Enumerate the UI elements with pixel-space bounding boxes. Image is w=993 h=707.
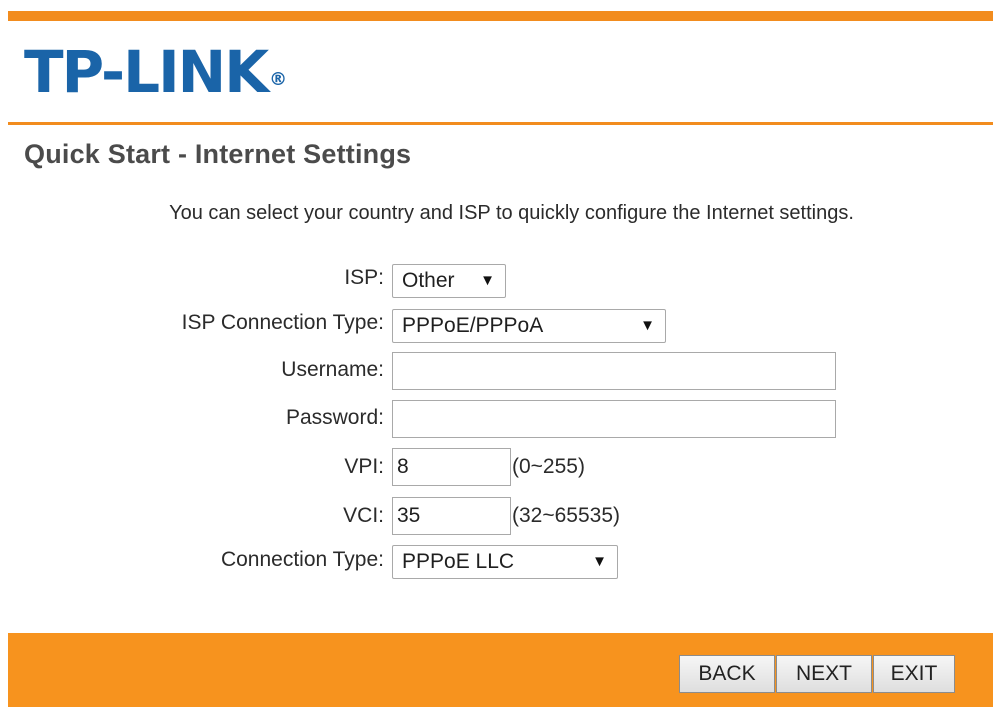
tp-link-logo: TP-LINK ® <box>24 40 287 104</box>
vpi-field[interactable]: 8 <box>392 448 511 486</box>
intro-text: You can select your country and ISP to q… <box>169 202 854 224</box>
chevron-down-icon: ▼ <box>592 553 607 570</box>
vpi-label: VPI: <box>344 455 384 478</box>
vci-field[interactable]: 35 <box>392 497 511 535</box>
connection-type-select[interactable]: PPPoE LLC ▼ <box>392 545 618 579</box>
username-label: Username: <box>281 358 384 381</box>
password-label: Password: <box>285 406 384 429</box>
vci-label: VCI: <box>343 504 384 527</box>
isp-connection-type-value: PPPoE/PPPoA <box>402 314 544 337</box>
next-button[interactable]: NEXT <box>776 655 872 693</box>
isp-select-value: Other <box>402 269 455 292</box>
vpi-range-hint: (0~255) <box>512 455 585 478</box>
username-field[interactable] <box>392 352 836 390</box>
connection-type-label: Connection Type: <box>220 548 384 571</box>
registered-mark: ® <box>269 69 288 90</box>
isp-label: ISP: <box>344 266 384 289</box>
top-accent-bar <box>8 11 993 21</box>
page-title: Quick Start - Internet Settings <box>24 139 412 169</box>
isp-select[interactable]: Other ▼ <box>392 264 506 298</box>
vci-range-hint: (32~65535) <box>512 504 621 527</box>
logo-text: TP-LINK <box>24 38 269 106</box>
isp-connection-type-label: ISP Connection Type: <box>181 311 384 334</box>
back-button[interactable]: BACK <box>679 655 775 693</box>
connection-type-value: PPPoE LLC <box>402 550 515 573</box>
isp-connection-type-select[interactable]: PPPoE/PPPoA ▼ <box>392 309 666 343</box>
chevron-down-icon: ▼ <box>640 317 655 334</box>
exit-button[interactable]: EXIT <box>873 655 955 693</box>
header-divider <box>8 122 993 125</box>
chevron-down-icon: ▼ <box>480 272 495 289</box>
password-field[interactable] <box>392 400 836 438</box>
